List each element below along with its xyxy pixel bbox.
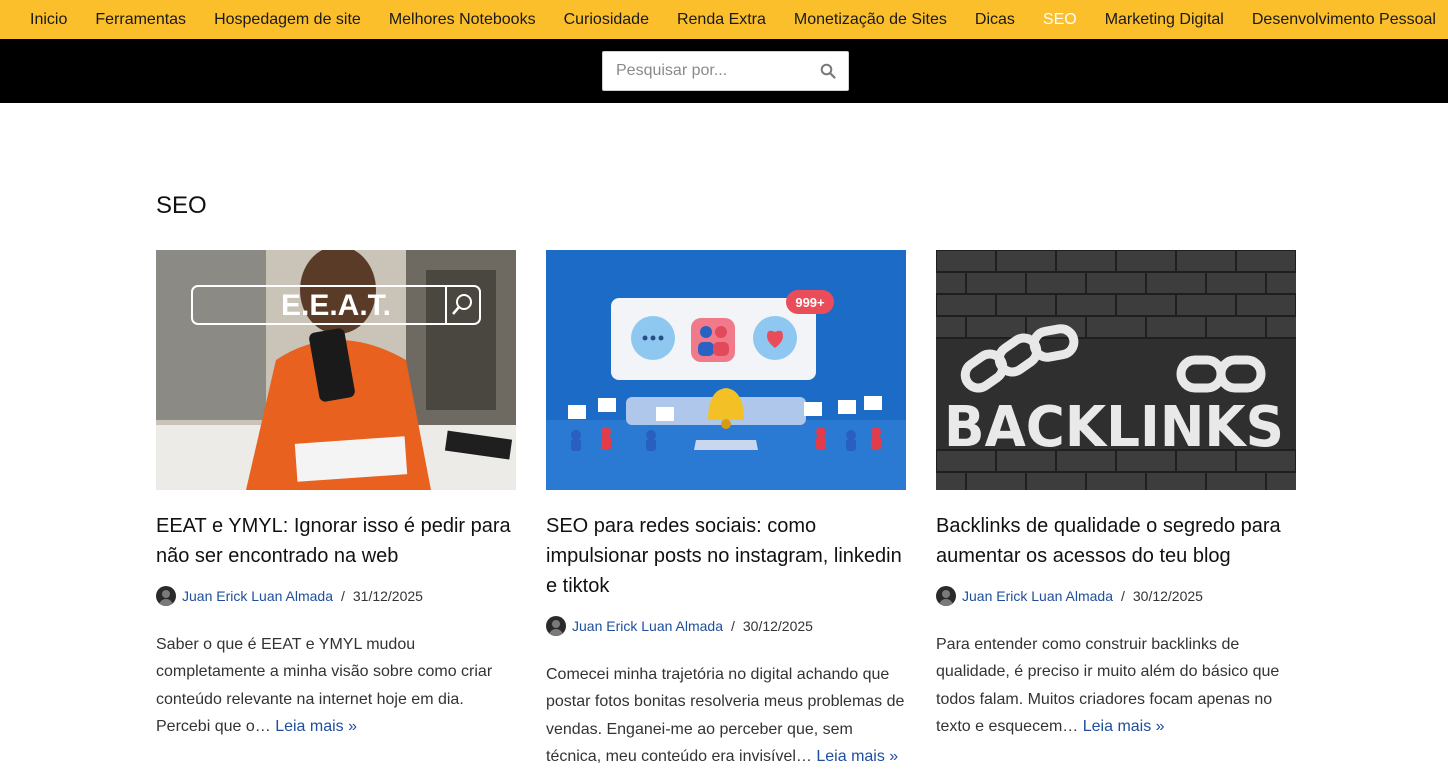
nav-item-dicas[interactable]: Dicas xyxy=(975,11,1015,29)
nav-item-notebooks[interactable]: Melhores Notebooks xyxy=(389,11,536,29)
meta-separator: / xyxy=(730,618,735,634)
read-more-link[interactable]: Leia mais » xyxy=(275,718,357,735)
meta-separator: / xyxy=(340,588,345,604)
nav-item-inicio[interactable]: Inicio xyxy=(30,11,67,29)
search-form xyxy=(602,51,849,91)
image-text: BACKLINKS xyxy=(944,395,1284,460)
primary-nav: Inicio Ferramentas Hospedagem de site Me… xyxy=(0,0,1448,39)
nav-item-monetizacao[interactable]: Monetização de Sites xyxy=(794,11,947,29)
post-meta: Juan Erick Luan Almada / 30/12/2025 xyxy=(936,586,1296,606)
post-card: BACKLINKS Backlinks de qualidade o segre… xyxy=(936,250,1296,740)
author-avatar xyxy=(936,586,956,606)
search-button[interactable] xyxy=(808,52,848,90)
nav-item-desenvolvimento[interactable]: Desenvolvimento Pessoal xyxy=(1252,11,1436,29)
post-meta: Juan Erick Luan Almada / 30/12/2025 xyxy=(546,616,906,636)
post-excerpt: Saber o que é EEAT e YMYL mudou completa… xyxy=(156,631,516,740)
author-avatar xyxy=(156,586,176,606)
author-avatar xyxy=(546,616,566,636)
search-input[interactable] xyxy=(603,53,808,89)
meta-separator: / xyxy=(1120,588,1125,604)
search-bar-region xyxy=(0,39,1448,103)
read-more-link[interactable]: Leia mais » xyxy=(816,748,898,765)
nav-item-ferramentas[interactable]: Ferramentas xyxy=(95,11,186,29)
post-thumbnail-eeat[interactable]: E.E.A.T. xyxy=(156,250,516,490)
author-link[interactable]: Juan Erick Luan Almada xyxy=(572,618,723,634)
author-link[interactable]: Juan Erick Luan Almada xyxy=(182,588,333,604)
image-text: 999+ xyxy=(795,295,825,310)
archive-title: SEO xyxy=(156,192,207,219)
search-icon xyxy=(820,63,836,79)
post-title[interactable]: SEO para redes sociais: como impulsionar… xyxy=(546,511,906,601)
post-excerpt: Para entender como construir backlinks d… xyxy=(936,631,1296,740)
post-date: 30/12/2025 xyxy=(1132,588,1203,604)
nav-item-hospedagem[interactable]: Hospedagem de site xyxy=(214,11,361,29)
nav-item-marketing[interactable]: Marketing Digital xyxy=(1105,11,1224,29)
post-meta: Juan Erick Luan Almada / 31/12/2025 xyxy=(156,586,516,606)
post-card: E.E.A.T. EEAT e YMYL: Ignorar isso é ped… xyxy=(156,250,516,740)
post-date: 30/12/2025 xyxy=(742,618,813,634)
post-card: 999+ SEO para redes sociais: como impuls… xyxy=(546,250,906,770)
post-title[interactable]: Backlinks de qualidade o segredo para au… xyxy=(936,511,1296,571)
nav-item-renda-extra[interactable]: Renda Extra xyxy=(677,11,766,29)
author-link[interactable]: Juan Erick Luan Almada xyxy=(962,588,1113,604)
nav-item-seo[interactable]: SEO xyxy=(1043,11,1077,29)
post-title[interactable]: EEAT e YMYL: Ignorar isso é pedir para n… xyxy=(156,511,516,571)
post-excerpt: Comecei minha trajetória no digital acha… xyxy=(546,661,906,770)
nav-item-curiosidade[interactable]: Curiosidade xyxy=(564,11,649,29)
post-thumbnail-social[interactable]: 999+ xyxy=(546,250,906,490)
read-more-link[interactable]: Leia mais » xyxy=(1083,718,1165,735)
image-text: E.E.A.T. xyxy=(281,289,391,322)
post-thumbnail-backlinks[interactable]: BACKLINKS xyxy=(936,250,1296,490)
post-date: 31/12/2025 xyxy=(352,588,423,604)
